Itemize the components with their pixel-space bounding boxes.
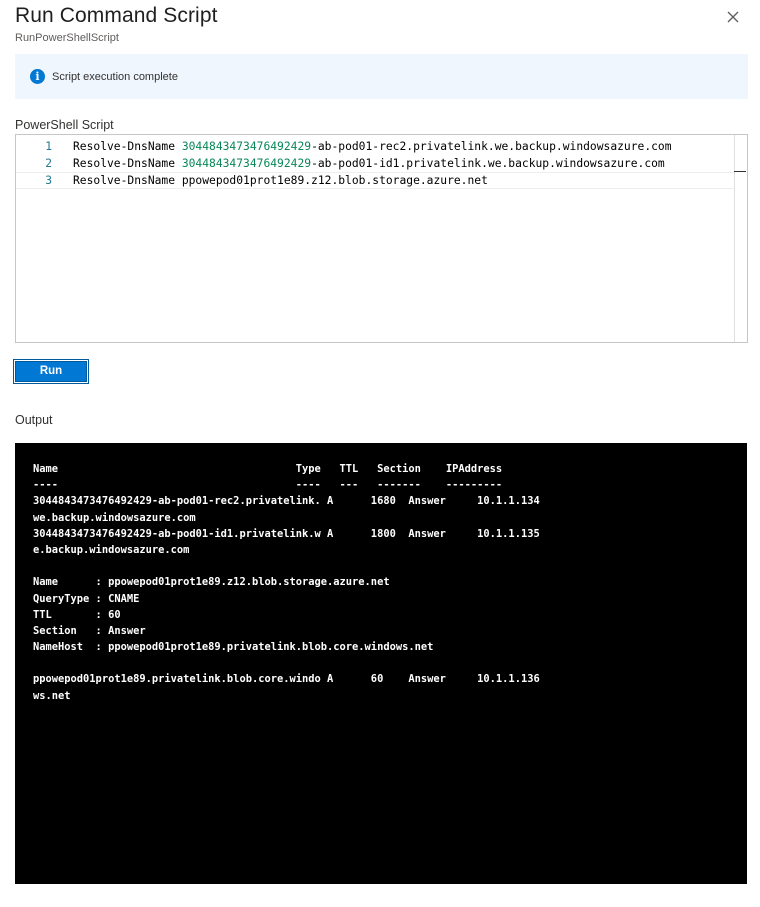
output-line: 3044843473476492429-ab-pod01-rec2.privat… xyxy=(33,495,540,508)
run-button[interactable]: Run xyxy=(13,359,89,384)
code-number: 3044843473476492429 xyxy=(181,157,312,170)
page-title: Run Command Script xyxy=(15,4,218,27)
code-command: Resolve-DnsName xyxy=(73,174,182,187)
page-subtitle: RunPowerShellScript xyxy=(15,32,119,44)
code-line[interactable]: 1 Resolve-DnsName 3044843473476492429-ab… xyxy=(16,138,736,155)
code-line[interactable]: 3 Resolve-DnsName ppowepod01prot1e89.z12… xyxy=(16,172,736,189)
output-line: Name Type TTL Section IPAddress xyxy=(33,463,503,475)
code-text: Resolve-DnsName ppowepod01prot1e89.z12.b… xyxy=(73,174,488,187)
info-icon: i xyxy=(30,69,45,84)
output-line: NameHost : ppowepod01prot1e89.privatelin… xyxy=(33,641,434,654)
output-line: Name : ppowepod01prot1e89.z12.blob.stora… xyxy=(33,576,390,589)
code-rest: -ab-pod01-id1.privatelink.we.backup.wind… xyxy=(311,157,665,170)
output-line: ---- ---- --- ------- --------- xyxy=(33,479,503,492)
output-line: Section : Answer xyxy=(33,624,146,637)
scrollbar-cursor-marker xyxy=(734,171,746,172)
code-text: Resolve-DnsName 3044843473476492429-ab-p… xyxy=(73,140,672,153)
line-number: 1 xyxy=(45,140,52,153)
script-editor[interactable]: 1 Resolve-DnsName 3044843473476492429-ab… xyxy=(15,134,748,343)
script-label: PowerShell Script xyxy=(15,118,114,132)
code-text: Resolve-DnsName 3044843473476492429-ab-p… xyxy=(73,157,665,170)
code-line[interactable]: 2 Resolve-DnsName 3044843473476492429-ab… xyxy=(16,155,736,172)
output-line: 3044843473476492429-ab-pod01-id1.private… xyxy=(33,527,540,540)
output-label: Output xyxy=(15,413,53,427)
editor-scrollbar[interactable] xyxy=(734,135,747,342)
output-line: TTL : 60 xyxy=(33,608,121,621)
line-number: 3 xyxy=(45,174,52,187)
output-console: Name Type TTL Section IPAddress ---- ---… xyxy=(15,443,747,884)
code-command: Resolve-DnsName xyxy=(73,140,182,153)
line-number: 2 xyxy=(45,157,52,170)
close-icon xyxy=(727,11,739,23)
close-button[interactable] xyxy=(722,6,744,28)
code-command: Resolve-DnsName xyxy=(73,157,182,170)
status-banner: i Script execution complete xyxy=(15,54,748,99)
output-line: QueryType : CNAME xyxy=(33,592,140,605)
output-line: e.backup.windowsazure.com xyxy=(33,543,190,556)
output-line: ws.net xyxy=(33,689,71,702)
output-line: ppowepod01prot1e89.privatelink.blob.core… xyxy=(33,673,540,686)
code-rest: -ab-pod01-rec2.privatelink.we.backup.win… xyxy=(311,140,672,153)
code-number: 3044843473476492429 xyxy=(181,140,312,153)
output-line: we.backup.windowsazure.com xyxy=(33,511,196,524)
status-message: Script execution complete xyxy=(52,70,178,83)
code-rest: ppowepod01prot1e89.z12.blob.storage.azur… xyxy=(181,174,488,187)
